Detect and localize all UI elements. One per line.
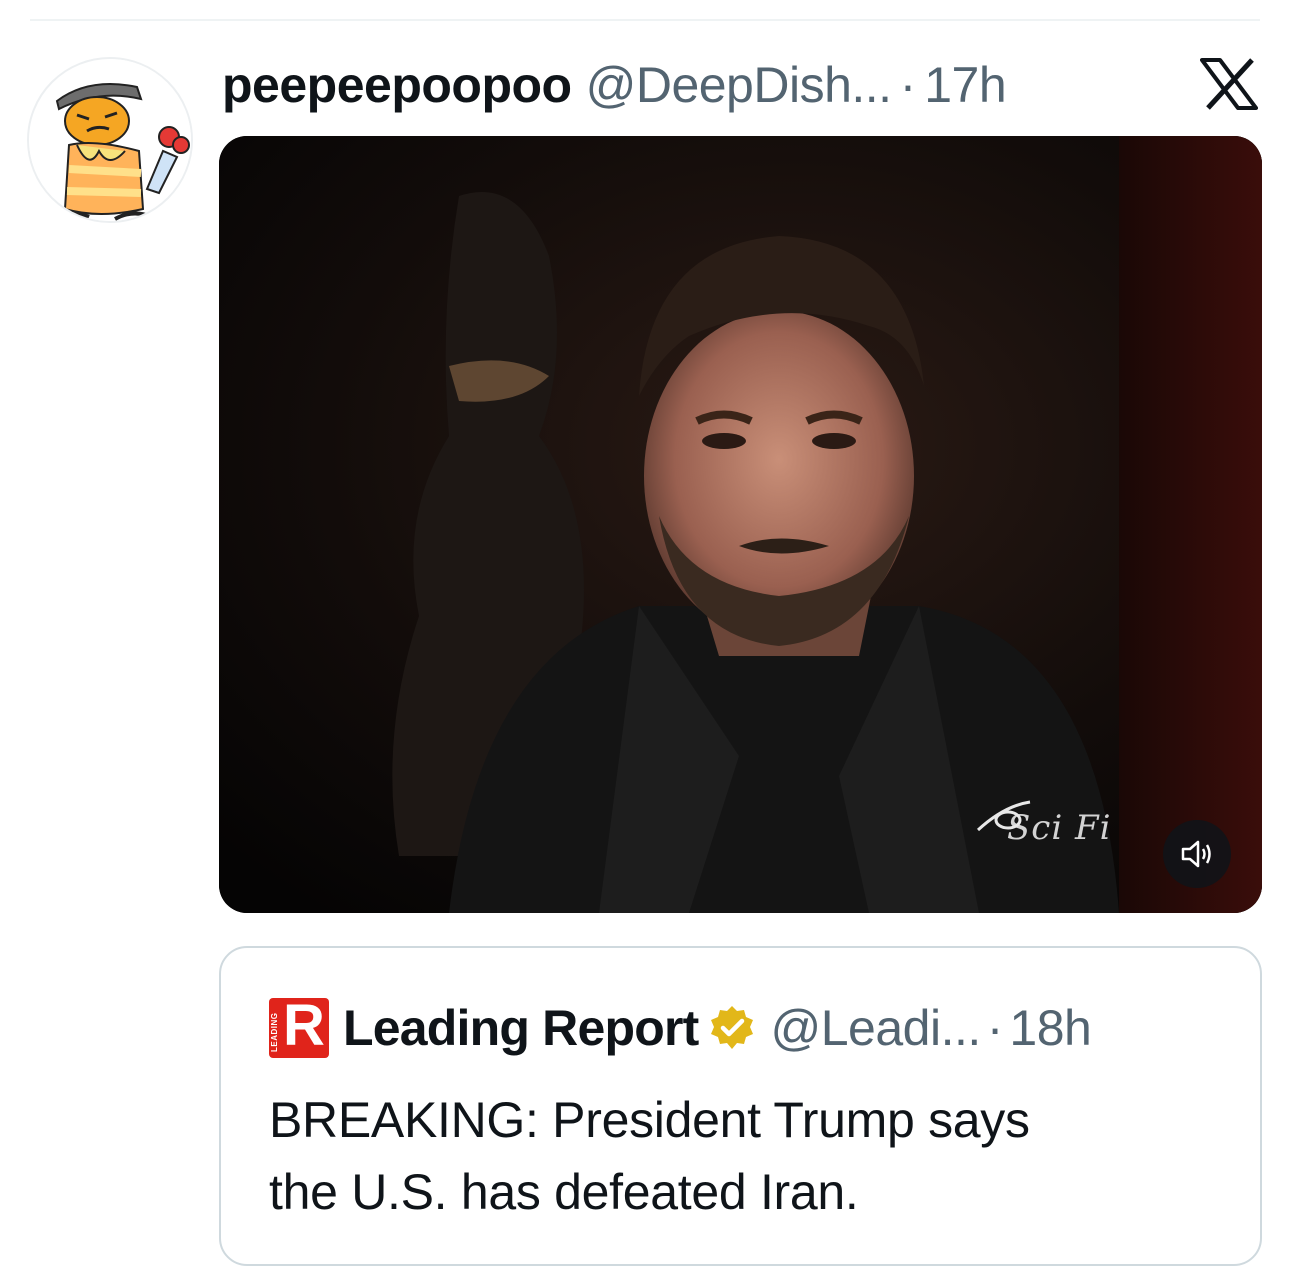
x-logo-icon <box>1200 58 1258 110</box>
logo-letter: R <box>283 993 325 1058</box>
verified-badge-icon <box>711 1006 754 1049</box>
video-frame <box>219 136 1262 913</box>
top-divider <box>30 19 1260 21</box>
quoted-post-time[interactable]: 18h <box>1009 999 1091 1057</box>
post-time[interactable]: 17h <box>924 56 1006 114</box>
leading-report-logo: LEADING R <box>269 993 329 1058</box>
volume-button[interactable] <box>1163 820 1231 888</box>
quoted-text-line-2: the U.S. has defeated Iran. <box>269 1164 859 1220</box>
speaker-icon <box>1181 840 1211 868</box>
quoted-user-handle[interactable]: @Leadi... <box>770 999 981 1057</box>
logo-small-text: LEADING <box>270 1012 279 1053</box>
separator-dot: · <box>899 57 917 113</box>
quoted-post-header: LEADING R Leading Report @Leadi... · 18h <box>269 993 1092 1058</box>
video-player[interactable]: Sci Fi <box>219 136 1262 913</box>
quoted-text-line-1: BREAKING: President Trump says <box>269 1092 1030 1148</box>
avatar[interactable] <box>27 57 193 223</box>
video-watermark: Sci Fi <box>1007 808 1112 848</box>
quoted-post-text: BREAKING: President Trump says the U.S. … <box>269 1084 1229 1228</box>
post-header: peepeepoopoo @DeepDish... · 17h <box>222 50 1250 120</box>
cartoon-avatar-icon <box>29 59 191 221</box>
quoted-post-card[interactable]: LEADING R Leading Report @Leadi... · 18h… <box>219 946 1262 1266</box>
display-name[interactable]: peepeepoopoo <box>222 56 572 114</box>
quoted-separator-dot: · <box>986 1000 1004 1056</box>
user-handle[interactable]: @DeepDish... <box>586 56 893 114</box>
quoted-display-name[interactable]: Leading Report <box>343 999 699 1057</box>
